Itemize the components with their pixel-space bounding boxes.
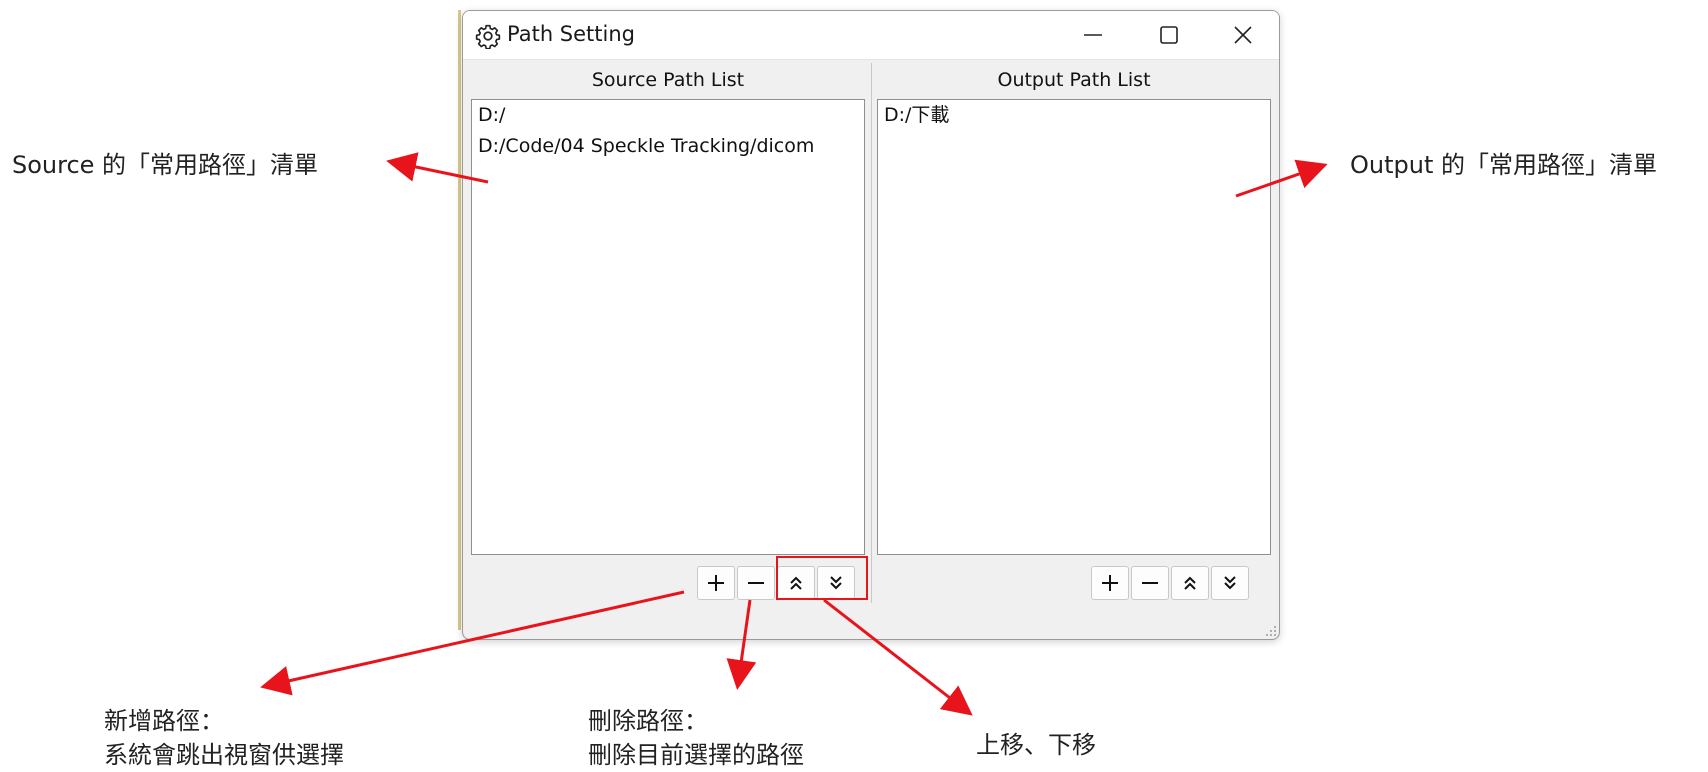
output-list-annotation: Output 的「常用路徑」清單 bbox=[1350, 151, 1657, 179]
arrow-move bbox=[823, 598, 973, 716]
add-annotation-line1: 新增路徑： bbox=[104, 707, 224, 735]
add-annotation: 新增路徑： 系統會跳出視窗供選擇 bbox=[104, 704, 344, 772]
move-annotation: 上移、下移 bbox=[976, 731, 1096, 759]
arrow-add bbox=[260, 590, 685, 696]
arrow-output-list bbox=[1235, 159, 1328, 198]
remove-annotation: 刪除路徑： 刪除目前選擇的路徑 bbox=[588, 704, 804, 772]
remove-annotation-line1: 刪除路徑： bbox=[588, 707, 708, 735]
arrow-source-list bbox=[386, 152, 489, 184]
add-annotation-line2: 系統會跳出視窗供選擇 bbox=[104, 741, 344, 769]
remove-annotation-line2: 刪除目前選擇的路徑 bbox=[588, 741, 804, 769]
annotation-arrows bbox=[260, 152, 1328, 716]
source-list-annotation: Source 的「常用路徑」清單 bbox=[12, 151, 319, 179]
arrow-remove bbox=[726, 599, 757, 690]
